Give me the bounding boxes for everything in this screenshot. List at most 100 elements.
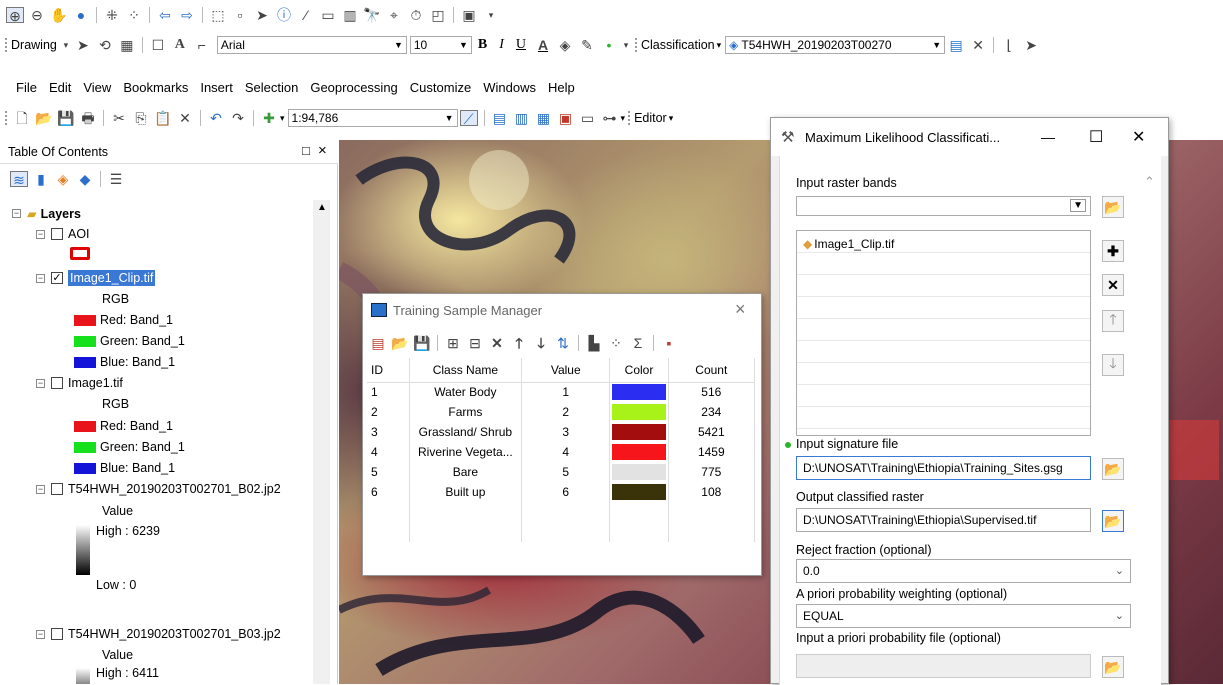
zoom-to-element-icon[interactable]: ▦ [118,37,136,53]
close-icon[interactable]: × [735,299,746,320]
pan-icon[interactable]: ✋ [50,7,68,23]
full-extent-icon[interactable]: ● [72,7,90,23]
find-icon[interactable]: 🔭 [363,7,381,23]
color-cell[interactable] [609,462,669,482]
layer-b02[interactable]: − T54HWH_20190203T002701_B02.jp2 [36,482,281,496]
italic-button[interactable]: I [499,37,504,53]
layer-aoi[interactable]: − AOI [36,227,90,241]
class-name-cell[interactable]: Farms [409,402,523,422]
toolbar-options-icon[interactable]: ▾ [621,113,626,124]
select-elements-icon[interactable]: ➤ [253,7,271,23]
color-cell[interactable] [609,402,669,422]
browse-output-button[interactable]: 📂 [1102,510,1124,532]
menu-windows[interactable]: Windows [483,80,536,95]
undo-icon[interactable]: ↶ [207,110,225,126]
print-icon[interactable]: 🖶 [79,110,97,126]
scroll-up-icon[interactable]: ▲ [317,202,327,213]
minimize-button[interactable]: — [1041,129,1055,145]
save-icon[interactable]: 💾 [413,335,431,351]
menu-customize[interactable]: Customize [410,80,471,95]
browse-apriori-button[interactable]: 📂 [1102,656,1124,678]
color-cell[interactable] [609,442,669,462]
marker-color-icon[interactable]: • [600,37,618,53]
fixed-zoom-out-icon[interactable]: ⁘ [125,7,143,23]
delete-icon[interactable]: ✕ [176,110,194,126]
layer-visibility-checkbox[interactable] [51,483,63,495]
add-button[interactable]: ✚ [1102,240,1124,262]
catalog-icon[interactable]: ▣ [460,7,478,23]
signature-file-input[interactable]: D:\UNOSAT\Training\Ethiopia\Training_Sit… [796,456,1091,480]
clear-selection-icon[interactable]: ▫ [231,7,249,23]
new-signature-icon[interactable]: ▤ [369,335,387,351]
menu-edit[interactable]: Edit [49,80,71,95]
zoom-out-icon[interactable]: ⊖ [28,7,46,23]
sort-icon[interactable]: ⇅ [554,335,572,351]
draw-polygon-icon[interactable]: ✕ [969,37,987,53]
reject-fraction-select[interactable]: 0.0 ⌄ [796,559,1131,583]
statistics-icon[interactable]: Σ [629,335,647,351]
layer-image1-clip[interactable]: − ✓ Image1_Clip.tif [36,270,156,286]
list-by-selection-icon[interactable]: ◆ [76,171,94,187]
bold-button[interactable]: B [478,37,487,53]
form-scrollbar[interactable]: ⌃ [1142,174,1159,685]
color-swatch[interactable] [612,424,667,440]
browse-signature-button[interactable]: 📂 [1102,458,1124,480]
layer-visibility-checkbox[interactable] [51,228,63,240]
rotate-icon[interactable]: ⟲ [96,37,114,53]
layers-group[interactable]: − ▰ Layers [12,206,81,221]
font-size-select[interactable]: 10 ▼ [409,36,472,54]
table-row[interactable]: 4 Riverine Vegeta... 4 1459 [367,442,756,462]
menu-insert[interactable]: Insert [200,80,233,95]
time-slider-icon[interactable]: ⏱ [407,7,425,23]
menu-file[interactable]: File [16,80,37,95]
class-name-cell[interactable]: Bare [409,462,523,482]
layer-visibility-checkbox[interactable]: ✓ [51,272,63,284]
color-cell[interactable] [609,422,669,442]
table-row[interactable]: 2 Farms 2 234 [367,402,756,422]
new-document-icon[interactable]: 🗋 [13,110,31,126]
menu-help[interactable]: Help [548,80,575,95]
close-icon[interactable]: × [318,142,327,159]
class-name-cell[interactable]: Riverine Vegeta... [409,442,523,462]
column-header-color[interactable]: Color [609,358,669,383]
catalog-window-icon[interactable]: ▥ [513,110,531,126]
copy-icon[interactable]: ⎘ [132,110,150,126]
class-name-cell[interactable]: Water Body [409,382,523,402]
color-swatch[interactable] [612,404,667,420]
arctoolbox-icon[interactable]: ▣ [557,110,575,126]
column-header-class-name[interactable]: Class Name [409,358,523,383]
save-icon[interactable]: 💾 [57,110,75,126]
menu-view[interactable]: View [83,80,111,95]
editor-menu[interactable]: Editor [634,111,667,125]
html-popup-icon[interactable]: ▭ [319,7,337,23]
menu-selection[interactable]: Selection [245,80,298,95]
editor-toolbar-icon[interactable]: ⟋ [459,110,478,127]
split-icon[interactable]: ⊟ [466,335,484,351]
select-pointer-icon[interactable]: ➤ [74,37,92,53]
table-row[interactable]: 1 Water Body 1 516 [367,382,756,402]
scroll-up-icon[interactable]: ⌃ [1144,174,1155,190]
identify-icon[interactable]: ⓘ [275,7,293,23]
python-window-icon[interactable]: ▭ [579,110,597,126]
dropdown-arrow-icon[interactable]: ▾ [62,37,70,53]
delete-icon[interactable]: ✕ [488,335,506,351]
open-folder-icon[interactable]: 📂 [35,110,53,126]
move-up-icon[interactable]: 🡑 [510,335,528,351]
font-color-icon[interactable]: A [534,37,552,53]
apriori-weighting-select[interactable]: EQUAL ⌄ [796,604,1131,628]
line-color-icon[interactable]: ✎ [578,37,596,53]
dropdown-arrow-icon[interactable]: ▾ [669,113,674,124]
layer-image1[interactable]: − Image1.tif [36,376,123,390]
create-viewer-icon[interactable]: ◰ [429,7,447,23]
list-by-source-icon[interactable]: ▮ [32,171,50,187]
create-signature-icon[interactable]: ▪ [660,335,678,351]
map-scale-select[interactable]: 1:94,786 ▼ [287,109,458,127]
dropdown-arrow-icon[interactable]: ▾ [717,40,722,51]
list-by-drawing-order-icon[interactable]: ≋ [10,171,28,188]
remove-button[interactable]: ✕ [1102,274,1124,296]
maximize-button[interactable]: ☐ [1089,127,1103,147]
collapse-icon[interactable]: − [12,209,21,218]
add-data-icon[interactable]: ✚ [260,110,278,126]
color-swatch[interactable] [612,384,667,401]
color-swatch[interactable] [612,444,667,460]
